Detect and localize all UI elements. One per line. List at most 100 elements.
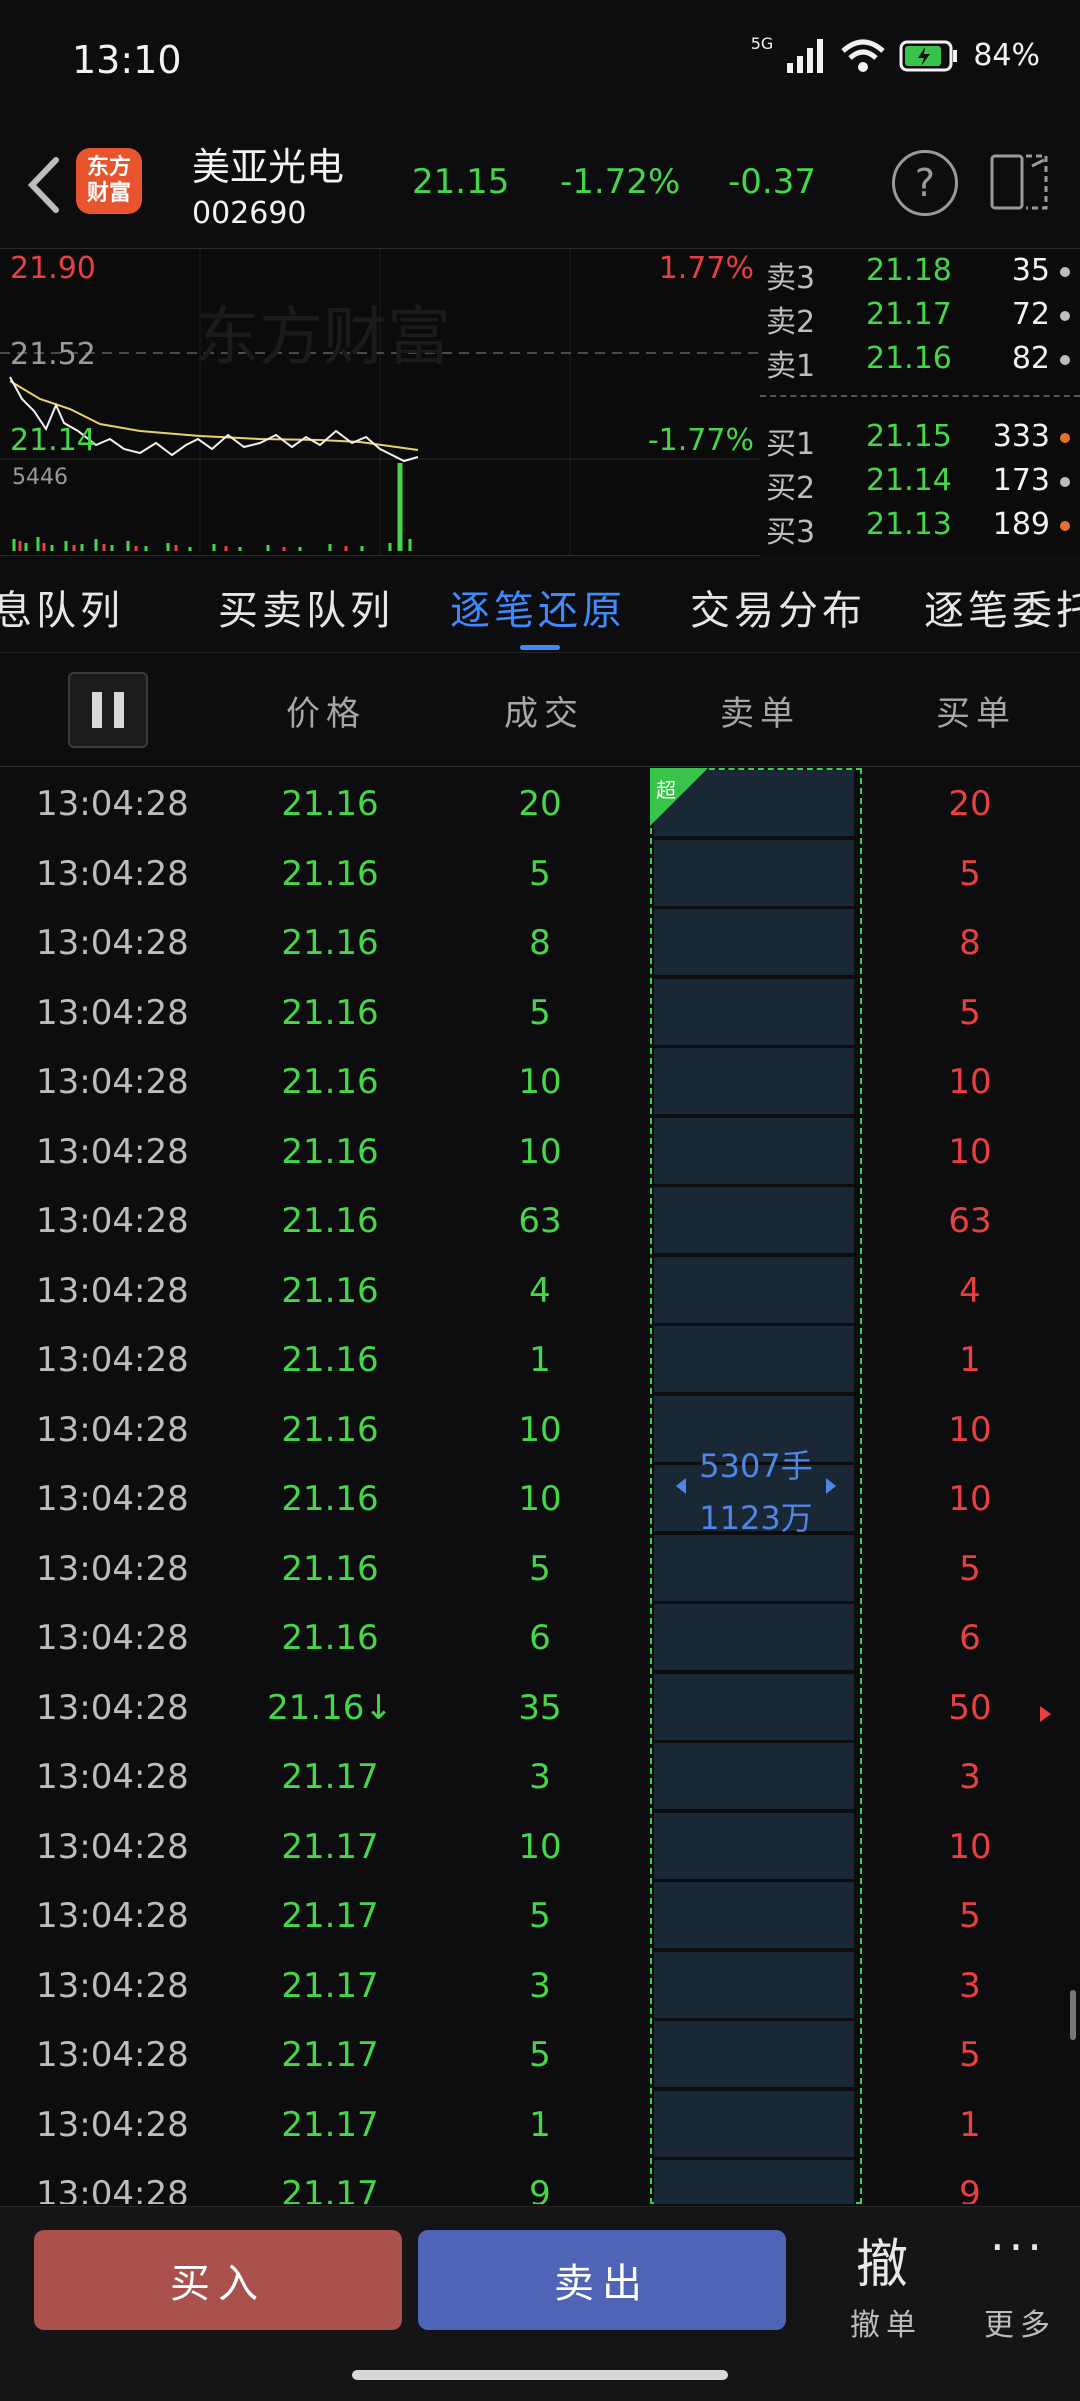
row-volume: 35 (518, 1687, 562, 1728)
chart-volume-label: 5446 (12, 465, 68, 490)
row-time: 13:04:28 (36, 2174, 189, 2204)
row-price: 21.16 (281, 1131, 379, 1172)
pause-icon (92, 692, 102, 728)
row-price: 21.16 (281, 992, 379, 1033)
table-row: 13:04:28 21.16 8 8 (0, 907, 1080, 976)
ask-row: 卖3 21.18 35 (760, 253, 1080, 297)
intraday-chart[interactable]: 东方财富 21.90 21.52 21.14 1.77% -1.77% 5446 (0, 248, 760, 556)
table-row: 13:04:28 21.16 10 10 (0, 1394, 1080, 1463)
row-time: 13:04:28 (36, 1618, 189, 1658)
table-row: 13:04:28 21.17 5 5 (0, 2019, 1080, 2088)
switch-view-icon[interactable] (988, 152, 1052, 212)
table-row: 13:04:28 21.16 4 4 (0, 1255, 1080, 1324)
row-time: 13:04:28 (36, 1131, 189, 1172)
order-book: 卖3 21.18 35 卖2 21.17 72 卖1 21.16 82 买1 2… (760, 248, 1080, 555)
row-volume: 4 (529, 1270, 551, 1311)
scrollbar[interactable] (1070, 1990, 1076, 2040)
row-time: 13:04:28 (36, 1479, 189, 1519)
table-row: 13:04:28 21.17 3 3 (0, 1741, 1080, 1810)
row-volume: 10 (518, 1062, 562, 1102)
row-volume: 1 (529, 1340, 551, 1380)
table-row: 13:04:28 21.16 5 5 (0, 1533, 1080, 1602)
change-percent: -1.72% (560, 162, 681, 202)
cancel-order-icon[interactable]: 撤 (856, 2222, 908, 2297)
ask-row: 卖1 21.16 82 (760, 341, 1080, 385)
row-time: 13:04:28 (36, 1340, 189, 1380)
tab-tick-orders[interactable]: 逐笔委托 (924, 578, 1080, 636)
row-buy: 5 (959, 2035, 981, 2075)
row-time: 13:04:28 (36, 2035, 189, 2075)
dot-icon (1060, 521, 1070, 531)
row-time: 13:04:28 (36, 1409, 189, 1450)
sell-cell (654, 1048, 854, 1114)
status-time: 13:10 (72, 38, 182, 82)
row-price: 21.16 (281, 784, 379, 824)
row-volume: 8 (529, 923, 551, 963)
row-price: 21.17 (281, 2104, 379, 2145)
row-buy: 10 (948, 1479, 992, 1519)
signal-icon (787, 38, 824, 73)
row-time: 13:04:28 (36, 1896, 189, 1936)
more-icon[interactable]: ··· (990, 2220, 1046, 2274)
row-price: 21.16 (281, 853, 379, 894)
pause-button[interactable] (68, 672, 148, 748)
row-time: 13:04:28 (36, 1270, 189, 1311)
tick-list[interactable]: 13:04:28 21.16 20 20 13:04:28 21.16 5 5 13:04:28… (0, 768, 1080, 2204)
row-buy: 5 (959, 992, 981, 1033)
row-price: 21.16 (281, 1409, 379, 1450)
chart-low-pct: -1.77% (647, 423, 754, 458)
chart-mid-price: 21.52 (10, 337, 96, 372)
help-icon[interactable]: ? (892, 150, 958, 216)
row-price: 21.17 (281, 2174, 379, 2204)
sell-cell (654, 909, 854, 975)
tab-trade-distribution[interactable]: 交易分布 (690, 578, 866, 636)
sell-cell (654, 1256, 854, 1323)
buy-button[interactable]: 买入 (34, 2230, 402, 2330)
dot-icon (1060, 355, 1070, 365)
row-price: 21.16↓ (267, 1687, 393, 1728)
back-arrow-icon[interactable] (20, 150, 70, 220)
row-price: 21.17 (281, 1896, 379, 1936)
tab-tick-restore[interactable]: 逐笔还原 (450, 578, 626, 636)
row-volume: 5 (529, 853, 551, 894)
row-volume: 5 (529, 1548, 551, 1589)
sell-button[interactable]: 卖出 (418, 2230, 786, 2330)
row-buy: 1 (959, 2104, 981, 2145)
row-volume: 5 (529, 1896, 551, 1936)
bid-row: 买2 21.14 173 (760, 463, 1080, 507)
row-volume: 3 (529, 1965, 551, 2006)
table-row: 13:04:28 21.16 63 63 (0, 1185, 1080, 1254)
sell-cell (654, 839, 854, 906)
row-time: 13:04:28 (36, 853, 189, 894)
more-label[interactable]: 更多 (984, 2300, 1056, 2344)
sell-cell (654, 1882, 854, 1948)
sell-cell (654, 2090, 854, 2157)
row-time: 13:04:28 (36, 1062, 189, 1102)
row-price: 21.17 (281, 1826, 379, 1867)
home-indicator[interactable] (352, 2370, 728, 2380)
row-buy: 10 (948, 1409, 992, 1450)
ask-row: 卖2 21.17 72 (760, 297, 1080, 341)
tab-bar: 息队列 买卖队列 逐笔还原 交易分布 逐笔委托 (0, 556, 1080, 653)
table-row: 13:04:28 21.16 10 10 (0, 1116, 1080, 1185)
tab-queue[interactable]: 息队列 (0, 578, 124, 636)
stock-name: 美亚光电 (192, 145, 345, 189)
row-volume: 5 (529, 992, 551, 1033)
dot-icon (1060, 477, 1070, 487)
sell-cell (654, 1951, 854, 2018)
row-volume: 63 (518, 1201, 562, 1241)
tab-bid-ask-queue[interactable]: 买卖队列 (218, 578, 394, 636)
wifi-icon (841, 39, 885, 72)
active-tab-indicator (520, 645, 560, 650)
table-row: 13:04:28 21.16 10 10 (0, 1046, 1080, 1115)
sell-cell (654, 978, 854, 1045)
sell-cell (654, 1187, 854, 1253)
row-time: 13:04:28 (36, 1826, 189, 1867)
row-time: 13:04:28 (36, 1687, 189, 1728)
table-row: 13:04:28 21.16↓ 35 50 (0, 1672, 1080, 1741)
table-row: 13:04:28 21.17 10 10 (0, 1811, 1080, 1880)
dot-icon (1060, 311, 1070, 321)
row-volume: 1 (529, 2104, 551, 2145)
cancel-order-label[interactable]: 撤单 (850, 2300, 922, 2344)
row-price: 21.16 (281, 923, 379, 963)
